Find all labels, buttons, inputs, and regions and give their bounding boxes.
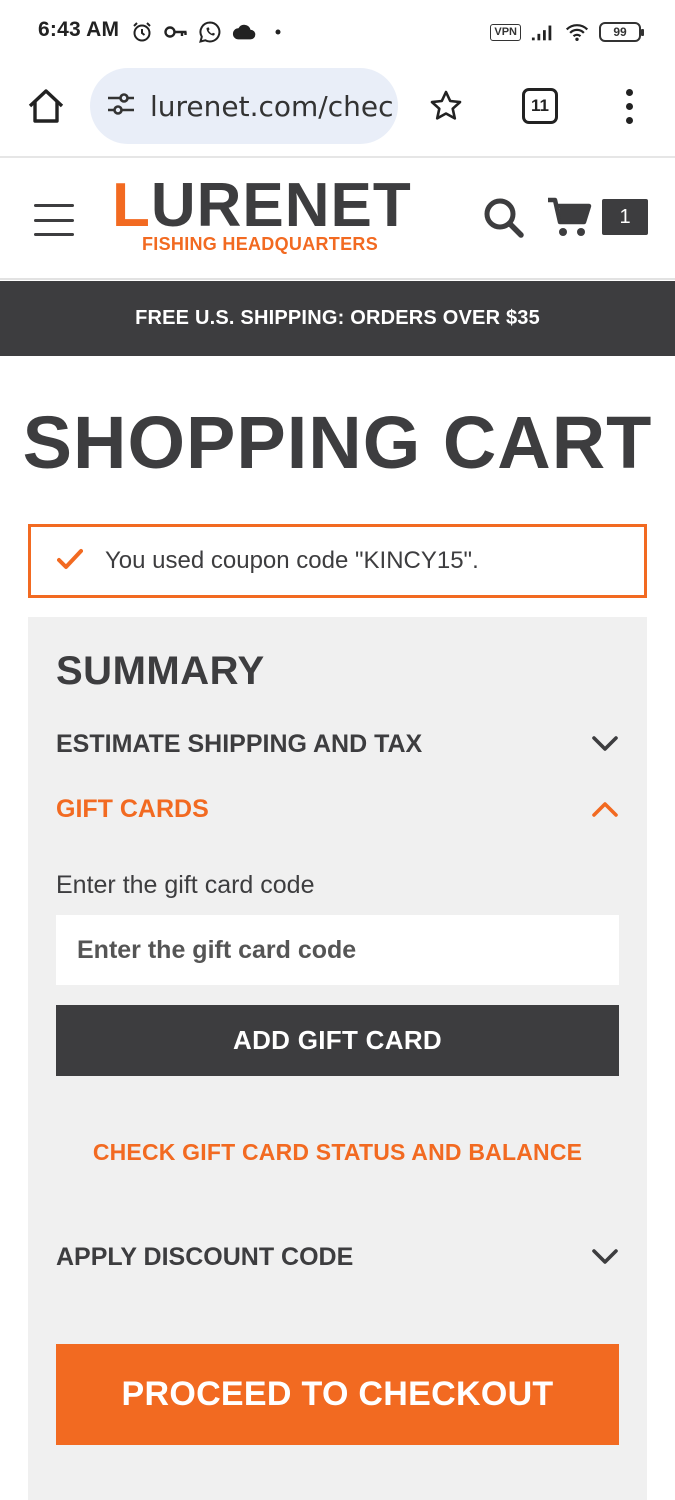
proceed-to-checkout-button[interactable]: PROCEED TO CHECKOUT bbox=[56, 1344, 619, 1445]
status-time: 6:43 AM bbox=[38, 18, 120, 41]
gift-card-field-label: Enter the gift card code bbox=[56, 871, 315, 899]
logo-wordmark: LURENET bbox=[112, 171, 412, 240]
whatsapp-icon bbox=[198, 20, 222, 44]
summary-title: SUMMARY bbox=[56, 649, 265, 693]
signal-icon bbox=[531, 20, 555, 44]
search-icon bbox=[484, 198, 524, 238]
logo-tagline: FISHING HEADQUARTERS bbox=[142, 234, 379, 254]
chevron-down-icon bbox=[592, 736, 618, 751]
bookmark-button[interactable] bbox=[426, 86, 466, 126]
estimate-shipping-label: ESTIMATE SHIPPING AND TAX bbox=[56, 729, 423, 758]
star-icon bbox=[430, 90, 462, 120]
gift-card-input[interactable] bbox=[56, 915, 619, 985]
dot-icon bbox=[266, 20, 290, 44]
gift-cards-toggle[interactable]: GIFT CARDS bbox=[56, 789, 619, 829]
vpn-icon: VPN bbox=[490, 23, 521, 41]
menu-icon[interactable] bbox=[34, 204, 74, 236]
battery-icon: 99 bbox=[599, 22, 644, 42]
more-menu-button[interactable] bbox=[614, 84, 644, 128]
more-menu-icon bbox=[625, 88, 633, 96]
alarm-icon bbox=[130, 20, 154, 44]
status-icons-right: VPN 99 bbox=[490, 20, 644, 44]
apply-discount-label: APPLY DISCOUNT CODE bbox=[56, 1242, 354, 1271]
site-logo[interactable]: LURENET FISHING HEADQUARTERS bbox=[110, 171, 412, 264]
tabs-count: 11 bbox=[531, 96, 549, 115]
cart-icon bbox=[548, 197, 592, 236]
checkmark-icon bbox=[57, 548, 83, 575]
estimate-shipping-toggle[interactable]: ESTIMATE SHIPPING AND TAX bbox=[56, 724, 619, 764]
status-icons-left bbox=[130, 20, 290, 44]
apply-discount-toggle[interactable]: APPLY DISCOUNT CODE bbox=[56, 1237, 619, 1277]
search-button[interactable] bbox=[480, 194, 526, 240]
cart-button[interactable] bbox=[546, 194, 592, 240]
add-gift-card-button[interactable]: ADD GIFT CARD bbox=[56, 1005, 619, 1076]
home-icon bbox=[28, 89, 64, 123]
cart-count-badge[interactable]: 1 bbox=[602, 199, 648, 235]
page-title: SHOPPING CART bbox=[22, 401, 653, 484]
free-shipping-banner: FREE U.S. SHIPPING: ORDERS OVER $35 bbox=[0, 281, 675, 356]
coupon-message: You used coupon code "KINCY15". bbox=[28, 524, 647, 598]
coupon-message-text: You used coupon code "KINCY15". bbox=[105, 547, 479, 574]
address-bar[interactable]: lurenet.com/chec bbox=[90, 68, 398, 144]
cloud-icon bbox=[232, 20, 256, 44]
site-header: LURENET FISHING HEADQUARTERS 1 bbox=[0, 158, 675, 280]
gift-cards-label: GIFT CARDS bbox=[56, 794, 209, 823]
chevron-up-icon bbox=[592, 802, 618, 817]
tabs-button[interactable]: 11 bbox=[522, 88, 558, 124]
url-text: lurenet.com/chec bbox=[150, 89, 394, 123]
browser-toolbar: lurenet.com/chec 11 bbox=[0, 64, 675, 158]
home-button[interactable] bbox=[24, 84, 68, 128]
check-gift-card-link[interactable]: CHECK GIFT CARD STATUS AND BALANCE bbox=[56, 1139, 619, 1166]
key-icon bbox=[164, 20, 188, 44]
wifi-icon bbox=[565, 20, 589, 44]
summary-panel: SUMMARY ESTIMATE SHIPPING AND TAX GIFT C… bbox=[28, 617, 647, 1500]
status-bar: 6:43 AM VPN 99 bbox=[0, 0, 675, 64]
chevron-down-icon bbox=[592, 1249, 618, 1264]
site-settings-icon[interactable] bbox=[106, 91, 136, 122]
